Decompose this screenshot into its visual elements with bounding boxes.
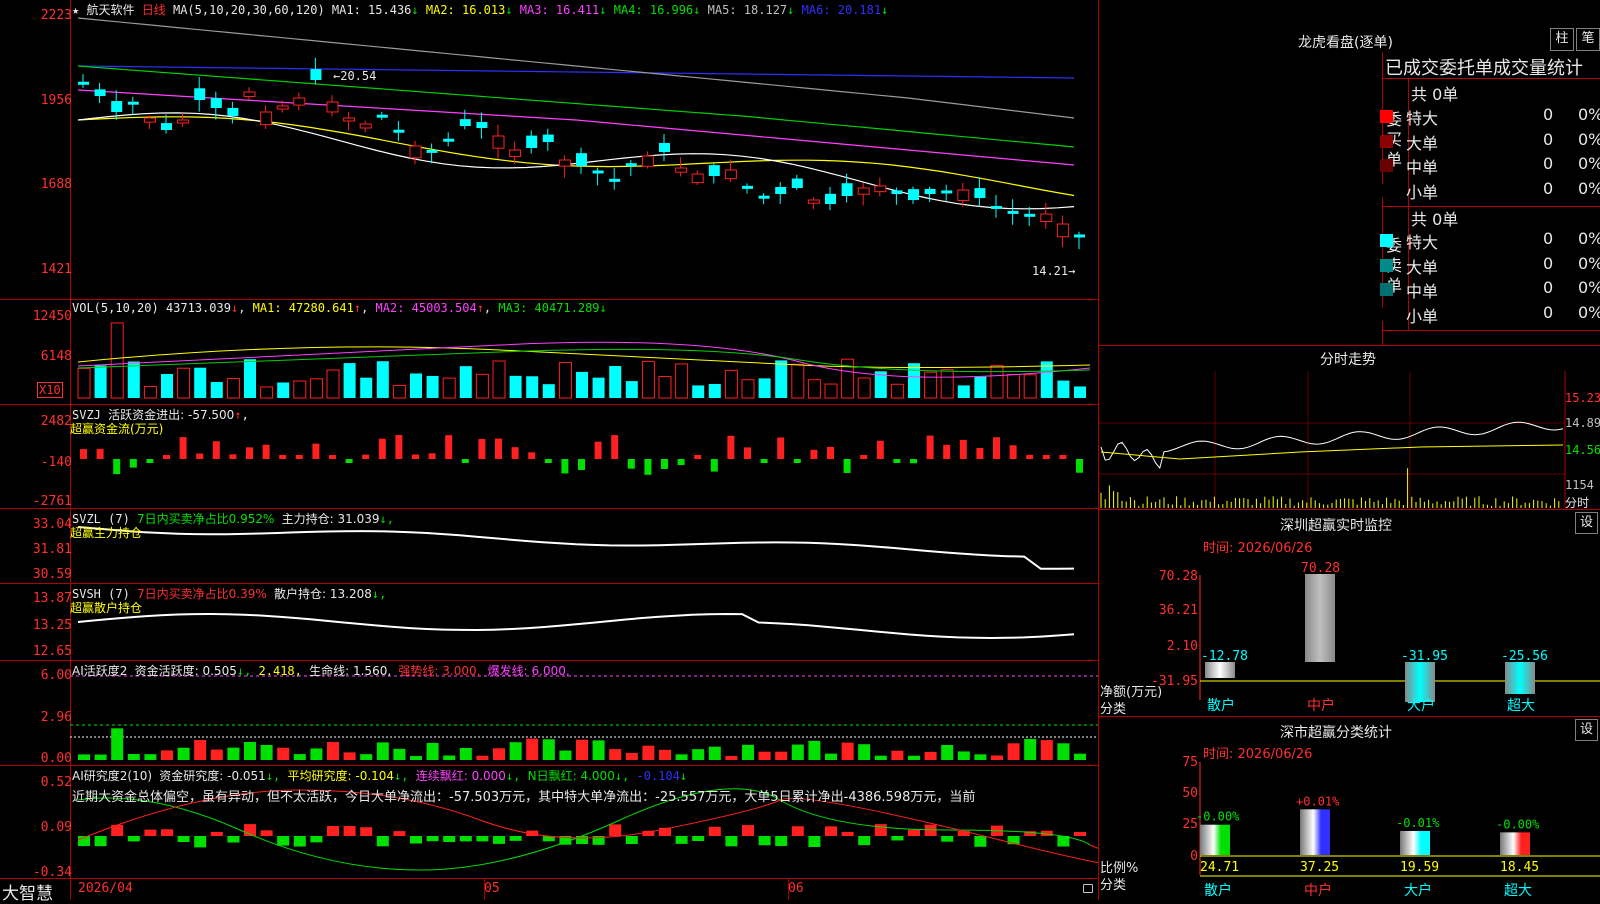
category-label: 大户	[1404, 882, 1432, 899]
category-label: 超大	[1504, 883, 1532, 899]
category-value-label: 37.25	[1300, 860, 1339, 875]
category-bar	[1500, 832, 1530, 855]
category-bar	[1400, 830, 1430, 855]
category-change-label: -0.00%	[1196, 810, 1240, 824]
category-bar	[1300, 809, 1330, 855]
category-value-label: 19.59	[1400, 860, 1439, 875]
category-change-label: -0.01%	[1396, 816, 1440, 830]
category-label: 中户	[1304, 882, 1332, 899]
category-bar	[1200, 824, 1230, 855]
category-change-label: -0.00%	[1496, 817, 1540, 831]
category-change-label: +0.01%	[1296, 794, 1340, 808]
category-value-label: 24.71	[1200, 860, 1239, 875]
category-label: 散户	[1204, 882, 1232, 899]
category-value-label: 18.45	[1500, 860, 1539, 875]
sz-category-chart: -0.00% 24.71 散户 +0.01% 37.25 中户 -0.01% 19.59 大户 -…	[1196, 762, 1600, 899]
